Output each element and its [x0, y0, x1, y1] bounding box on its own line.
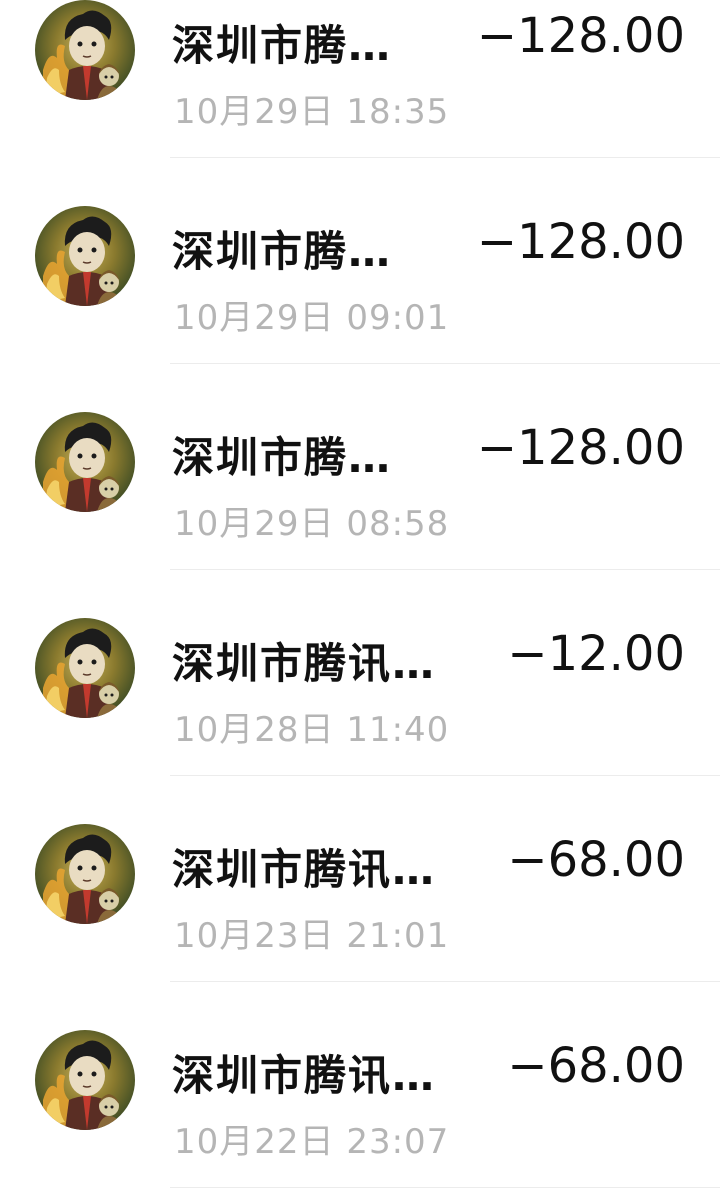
merchant-avatar	[35, 1030, 135, 1130]
transaction-time: 10月29日 18:35	[174, 92, 450, 132]
character-avatar-icon	[43, 1040, 123, 1130]
character-avatar-icon	[43, 834, 123, 924]
transaction-amount: −128.00	[476, 214, 685, 270]
merchant-name: 深圳市腾…	[172, 227, 393, 276]
character-avatar-icon	[43, 628, 123, 718]
merchant-name: 深圳市腾讯…	[172, 639, 437, 688]
merchant-name: 深圳市腾讯…	[172, 1051, 437, 1100]
transaction-time: 10月22日 23:07	[174, 1122, 450, 1162]
character-avatar-icon	[43, 10, 123, 100]
merchant-name: 深圳市腾…	[172, 433, 393, 482]
character-avatar-icon	[43, 216, 123, 306]
merchant-avatar	[35, 0, 135, 100]
transaction-row[interactable]: 深圳市腾讯… 10月22日 23:07 −68.00	[0, 982, 720, 1188]
transaction-time: 10月29日 09:01	[174, 298, 450, 338]
merchant-name: 深圳市腾讯…	[172, 845, 437, 894]
merchant-avatar	[35, 824, 135, 924]
transaction-row[interactable]: 深圳市腾讯… 10月23日 21:01 −68.00	[0, 776, 720, 982]
transaction-row[interactable]: 深圳市腾… 10月29日 18:35 −128.00	[0, 0, 720, 158]
row-divider	[170, 1187, 720, 1188]
merchant-avatar	[35, 412, 135, 512]
transaction-row[interactable]: 深圳市腾… 10月29日 08:58 −128.00	[0, 364, 720, 570]
transaction-amount: −12.00	[507, 626, 685, 682]
transaction-row[interactable]: 深圳市腾讯… 10月28日 11:40 −12.00	[0, 570, 720, 776]
transaction-amount: −128.00	[476, 420, 685, 476]
merchant-avatar	[35, 618, 135, 718]
transaction-time: 10月23日 21:01	[174, 916, 450, 956]
transaction-time: 10月29日 08:58	[174, 504, 450, 544]
transaction-list: 深圳市腾… 10月29日 18:35 −128.00 深圳市腾… 10月29日 …	[0, 0, 720, 1188]
merchant-avatar	[35, 206, 135, 306]
transaction-amount: −68.00	[507, 1038, 685, 1094]
transaction-amount: −68.00	[507, 832, 685, 888]
merchant-name: 深圳市腾…	[172, 21, 393, 70]
transaction-time: 10月28日 11:40	[174, 710, 450, 750]
character-avatar-icon	[43, 422, 123, 512]
transaction-amount: −128.00	[476, 8, 685, 64]
transaction-row[interactable]: 深圳市腾… 10月29日 09:01 −128.00	[0, 158, 720, 364]
